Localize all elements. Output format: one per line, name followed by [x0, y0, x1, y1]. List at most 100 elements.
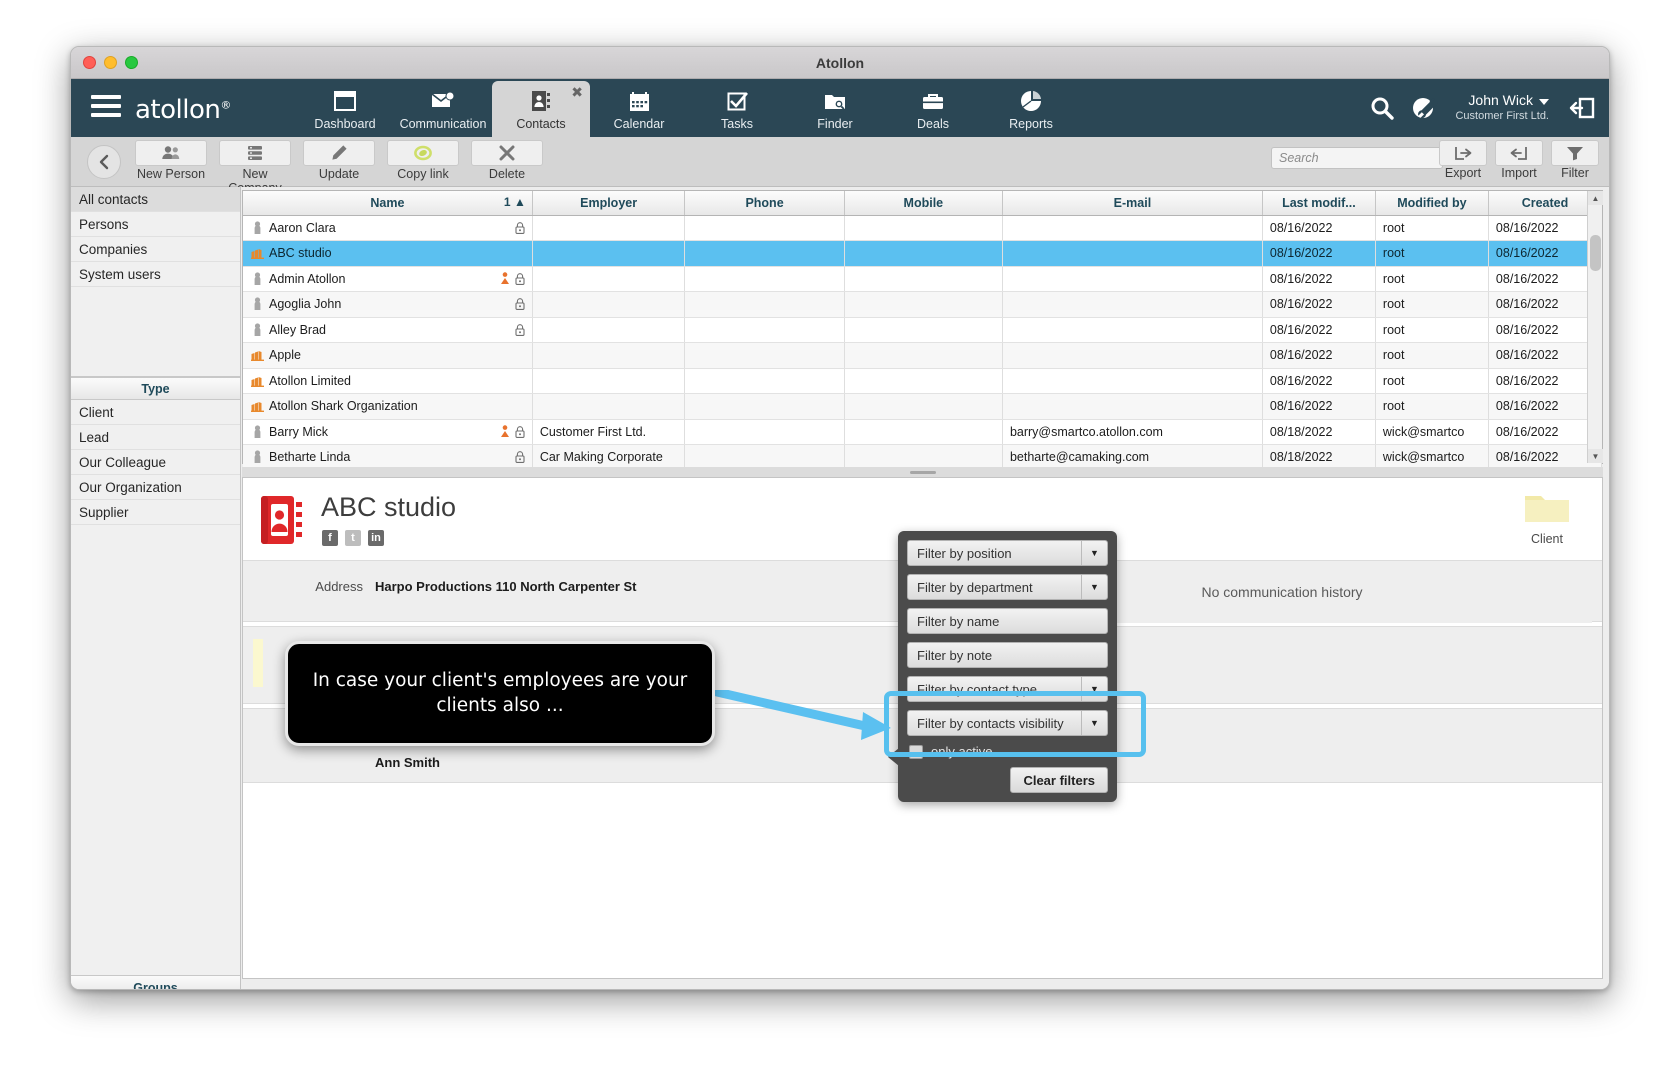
splitter-grip[interactable] — [909, 470, 936, 474]
column-header-modified-by[interactable]: Modified by — [1375, 191, 1489, 216]
grid-scrollbar[interactable]: ▲ ▼ — [1587, 191, 1603, 463]
cell-phone[interactable] — [684, 393, 845, 420]
maximize-window-button[interactable] — [125, 56, 138, 69]
cell-created[interactable]: 08/16/2022 — [1488, 419, 1603, 445]
cell-created[interactable]: 08/16/2022 — [1488, 342, 1603, 369]
cell-last-modified[interactable]: 08/16/2022 — [1262, 393, 1376, 420]
cell-mobile[interactable] — [844, 393, 1003, 420]
cell-mobile[interactable] — [844, 291, 1003, 318]
cell-email[interactable] — [1002, 393, 1263, 420]
user-menu[interactable]: John Wick Customer First Ltd. — [1455, 92, 1553, 123]
cell-name[interactable]: Atollon Shark Organization — [243, 393, 533, 420]
chevron-down-icon[interactable]: ▼ — [1081, 541, 1107, 565]
nav-item-tasks[interactable]: Tasks — [688, 79, 786, 137]
cell-mobile[interactable] — [844, 266, 1003, 292]
export-button[interactable]: Export — [1437, 140, 1489, 180]
cell-mobile[interactable] — [844, 368, 1003, 394]
window-controls[interactable] — [83, 56, 138, 69]
column-header-phone[interactable]: Phone — [684, 191, 845, 216]
cell-name[interactable]: Agoglia John — [243, 291, 533, 318]
cell-modified-by[interactable]: root — [1375, 317, 1489, 343]
scrollbar-thumb[interactable] — [1590, 235, 1601, 271]
cell-employer[interactable] — [532, 368, 686, 394]
cell-phone[interactable] — [684, 266, 845, 292]
cell-created[interactable]: 08/16/2022 — [1488, 291, 1603, 318]
scroll-down-icon[interactable]: ▼ — [1588, 449, 1603, 463]
cell-name[interactable]: Aaron Clara — [243, 215, 533, 241]
cell-created[interactable]: 08/16/2022 — [1488, 317, 1603, 343]
sidebar-item-all-contacts[interactable]: All contacts — [71, 187, 240, 212]
cell-employer[interactable] — [532, 291, 686, 318]
cell-email[interactable] — [1002, 291, 1263, 318]
cell-last-modified[interactable]: 08/16/2022 — [1262, 215, 1376, 241]
sidebar-item-lead[interactable]: Lead — [71, 425, 240, 450]
cell-employer[interactable] — [532, 317, 686, 343]
sidebar-item-client[interactable]: Client — [71, 400, 240, 425]
cell-mobile[interactable] — [844, 215, 1003, 241]
facebook-icon[interactable]: f — [322, 530, 338, 546]
cell-email[interactable] — [1002, 240, 1263, 267]
cell-last-modified[interactable]: 08/16/2022 — [1262, 317, 1376, 343]
cell-employer[interactable] — [532, 266, 686, 292]
table-row[interactable]: Admin Atollon 08/16/2022 root 08/16/2022 — [243, 266, 1603, 292]
nav-item-finder[interactable]: Finder — [786, 79, 884, 137]
search-icon[interactable] — [1369, 95, 1395, 121]
cell-name[interactable]: Barry Mick — [243, 419, 533, 445]
sidebar-item-our-organization[interactable]: Our Organization — [71, 475, 240, 500]
cell-last-modified[interactable]: 08/16/2022 — [1262, 342, 1376, 369]
table-row[interactable]: Alley Brad 08/16/2022 root 08/16/2022 — [243, 317, 1603, 343]
filter-by-department-select[interactable]: Filter by department ▼ — [907, 574, 1108, 600]
cell-last-modified[interactable]: 08/16/2022 — [1262, 291, 1376, 318]
cell-modified-by[interactable]: root — [1375, 291, 1489, 318]
cell-mobile[interactable] — [844, 342, 1003, 369]
column-header-name[interactable]: Name 1 ▲ — [243, 191, 533, 216]
cell-created[interactable]: 08/16/2022 — [1488, 393, 1603, 420]
cell-created[interactable]: 08/16/2022 — [1488, 368, 1603, 394]
table-row[interactable]: Aaron Clara 08/16/2022 root 08/16/2022 — [243, 215, 1603, 241]
cell-last-modified[interactable]: 08/18/2022 — [1262, 419, 1376, 445]
cell-email[interactable] — [1002, 266, 1263, 292]
nav-item-contacts[interactable]: ✖ Contacts — [492, 81, 590, 137]
filter-by-contact-type-select[interactable]: Filter by contact type ▼ — [907, 676, 1108, 702]
chevron-down-icon[interactable]: ▼ — [1081, 711, 1107, 735]
employee-name[interactable]: Ann Smith — [375, 755, 440, 770]
close-icon[interactable]: ✖ — [571, 85, 583, 99]
cell-name[interactable]: Atollon Limited — [243, 368, 533, 394]
close-window-button[interactable] — [83, 56, 96, 69]
cell-phone[interactable] — [684, 240, 845, 267]
filter-by-name-input[interactable]: Filter by name — [907, 608, 1108, 634]
cell-employer[interactable]: Customer First Ltd. — [532, 419, 686, 445]
search-input[interactable]: Search — [1271, 147, 1443, 169]
column-header-email[interactable]: E-mail — [1002, 191, 1263, 216]
cell-email[interactable] — [1002, 342, 1263, 369]
only-active-checkbox[interactable] — [909, 744, 923, 759]
cell-modified-by[interactable]: root — [1375, 342, 1489, 369]
column-header-mobile[interactable]: Mobile — [844, 191, 1003, 216]
panel-splitter[interactable] — [242, 467, 1603, 477]
chevron-down-icon[interactable]: ▼ — [1081, 677, 1107, 701]
linkedin-icon[interactable]: in — [368, 530, 384, 546]
cell-created[interactable]: 08/16/2022 — [1488, 266, 1603, 292]
chevron-down-icon[interactable]: ▼ — [1081, 575, 1107, 599]
cell-last-modified[interactable]: 08/16/2022 — [1262, 368, 1376, 394]
cell-phone[interactable] — [684, 317, 845, 343]
settings-wrench-icon[interactable] — [1411, 95, 1439, 121]
cell-phone[interactable] — [684, 419, 845, 445]
logout-icon[interactable] — [1569, 96, 1595, 120]
nav-item-calendar[interactable]: Calendar — [590, 79, 688, 137]
twitter-icon[interactable]: t — [345, 530, 361, 546]
clear-filters-button[interactable]: Clear filters — [1010, 767, 1108, 793]
column-header-created[interactable]: Created — [1488, 191, 1603, 216]
cell-name[interactable]: Alley Brad — [243, 317, 533, 343]
cell-mobile[interactable] — [844, 419, 1003, 445]
table-row[interactable]: Apple 08/16/2022 root 08/16/2022 — [243, 342, 1603, 369]
sidebar-item-persons[interactable]: Persons — [71, 212, 240, 237]
cell-modified-by[interactable]: root — [1375, 266, 1489, 292]
cell-mobile[interactable] — [844, 317, 1003, 343]
cell-name[interactable]: ABC studio — [243, 240, 533, 267]
only-active-checkbox-row[interactable]: only active — [909, 744, 1108, 759]
filter-by-contacts-visibility-select[interactable]: Filter by contacts visibility ▼ — [907, 710, 1108, 736]
cell-employer[interactable] — [532, 215, 686, 241]
cell-phone[interactable] — [684, 368, 845, 394]
cell-employer[interactable] — [532, 393, 686, 420]
